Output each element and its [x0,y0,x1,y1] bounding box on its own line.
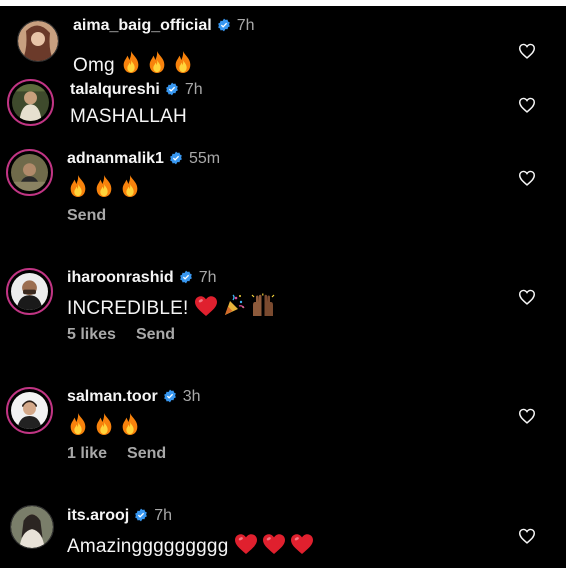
comment-actions: 1 like Send [67,444,186,464]
send-button[interactable]: Send [127,445,166,462]
fire-emoji-icon [119,174,141,205]
avatar[interactable] [7,79,54,126]
avatar[interactable] [6,268,53,315]
comment-body: Omg [73,55,115,76]
like-heart-icon[interactable] [518,528,536,544]
avatar[interactable] [6,387,53,434]
comment-actions: Send [67,206,126,226]
send-button[interactable]: Send [67,207,106,224]
verified-badge-icon [163,389,176,403]
raised-hands-emoji-icon [250,293,276,324]
username[interactable]: its.arooj [67,507,129,524]
timestamp: 7h [198,269,217,286]
heart-emoji-icon [194,295,218,324]
emoji-group [194,293,280,319]
avatar[interactable] [6,149,53,196]
avatar[interactable] [17,20,59,62]
timestamp: 7h [236,17,255,34]
comment-text: INCREDIBLE! [67,293,280,324]
comment-body: MASHALLAH [70,106,187,127]
comment-body: Amazinggggggggg [67,536,229,557]
fire-emoji-icon [120,50,142,81]
emoji-group [120,51,198,76]
avatar[interactable] [10,505,54,549]
comment-text: MASHALLAH [70,105,187,129]
fire-emoji-icon [172,50,194,81]
username[interactable]: adnanmalik1 [67,150,164,167]
username[interactable]: salman.toor [67,388,158,405]
verified-badge-icon [217,18,230,32]
comment-header: iharoonrashid 7h [67,268,216,288]
verified-badge-icon [135,508,148,522]
verified-badge-icon [170,151,182,165]
emoji-group [67,175,145,200]
verified-badge-icon [179,270,192,284]
emoji-group [234,534,318,557]
like-heart-icon[interactable] [518,408,536,424]
username[interactable]: aima_baig_official [73,17,212,34]
heart-emoji-icon [262,533,286,562]
verified-badge-icon [165,82,178,96]
like-heart-icon[interactable] [518,289,536,305]
comment-text [67,174,145,205]
comment-text: Amazinggggggggg [67,533,318,562]
fire-emoji-icon [67,412,89,443]
send-button[interactable]: Send [136,326,175,343]
comment-text [67,412,145,443]
comments-panel: aima_baig_official 7h Omg talalqureshi 7h … [0,6,566,568]
like-heart-icon[interactable] [518,97,536,113]
heart-emoji-icon [290,533,314,562]
username[interactable]: talalqureshi [70,81,160,98]
fire-emoji-icon [119,412,141,443]
timestamp: 3h [182,388,201,405]
fire-emoji-icon [67,174,89,205]
like-heart-icon[interactable] [518,170,536,186]
fire-emoji-icon [146,50,168,81]
comment-text: Omg [73,50,198,81]
heart-emoji-icon [234,533,258,562]
likes-count[interactable]: 5 likes [67,326,116,343]
party-popper-emoji-icon [222,293,246,324]
fire-emoji-icon [93,412,115,443]
comment-header: salman.toor 3h [67,387,200,407]
likes-count[interactable]: 1 like [67,445,107,462]
fire-emoji-icon [93,174,115,205]
comment-header: aima_baig_official 7h [73,16,255,36]
timestamp: 7h [154,507,173,524]
comment-header: its.arooj 7h [67,506,172,526]
username[interactable]: iharoonrashid [67,269,174,286]
comment-actions: 5 likes Send [67,325,195,345]
comment-header: adnanmalik1 55m [67,149,220,169]
timestamp: 7h [184,81,203,98]
like-heart-icon[interactable] [518,43,536,59]
comment-body: INCREDIBLE! [67,298,189,319]
emoji-group [67,413,145,438]
comment-header: talalqureshi 7h [70,80,203,100]
timestamp: 55m [188,150,221,167]
